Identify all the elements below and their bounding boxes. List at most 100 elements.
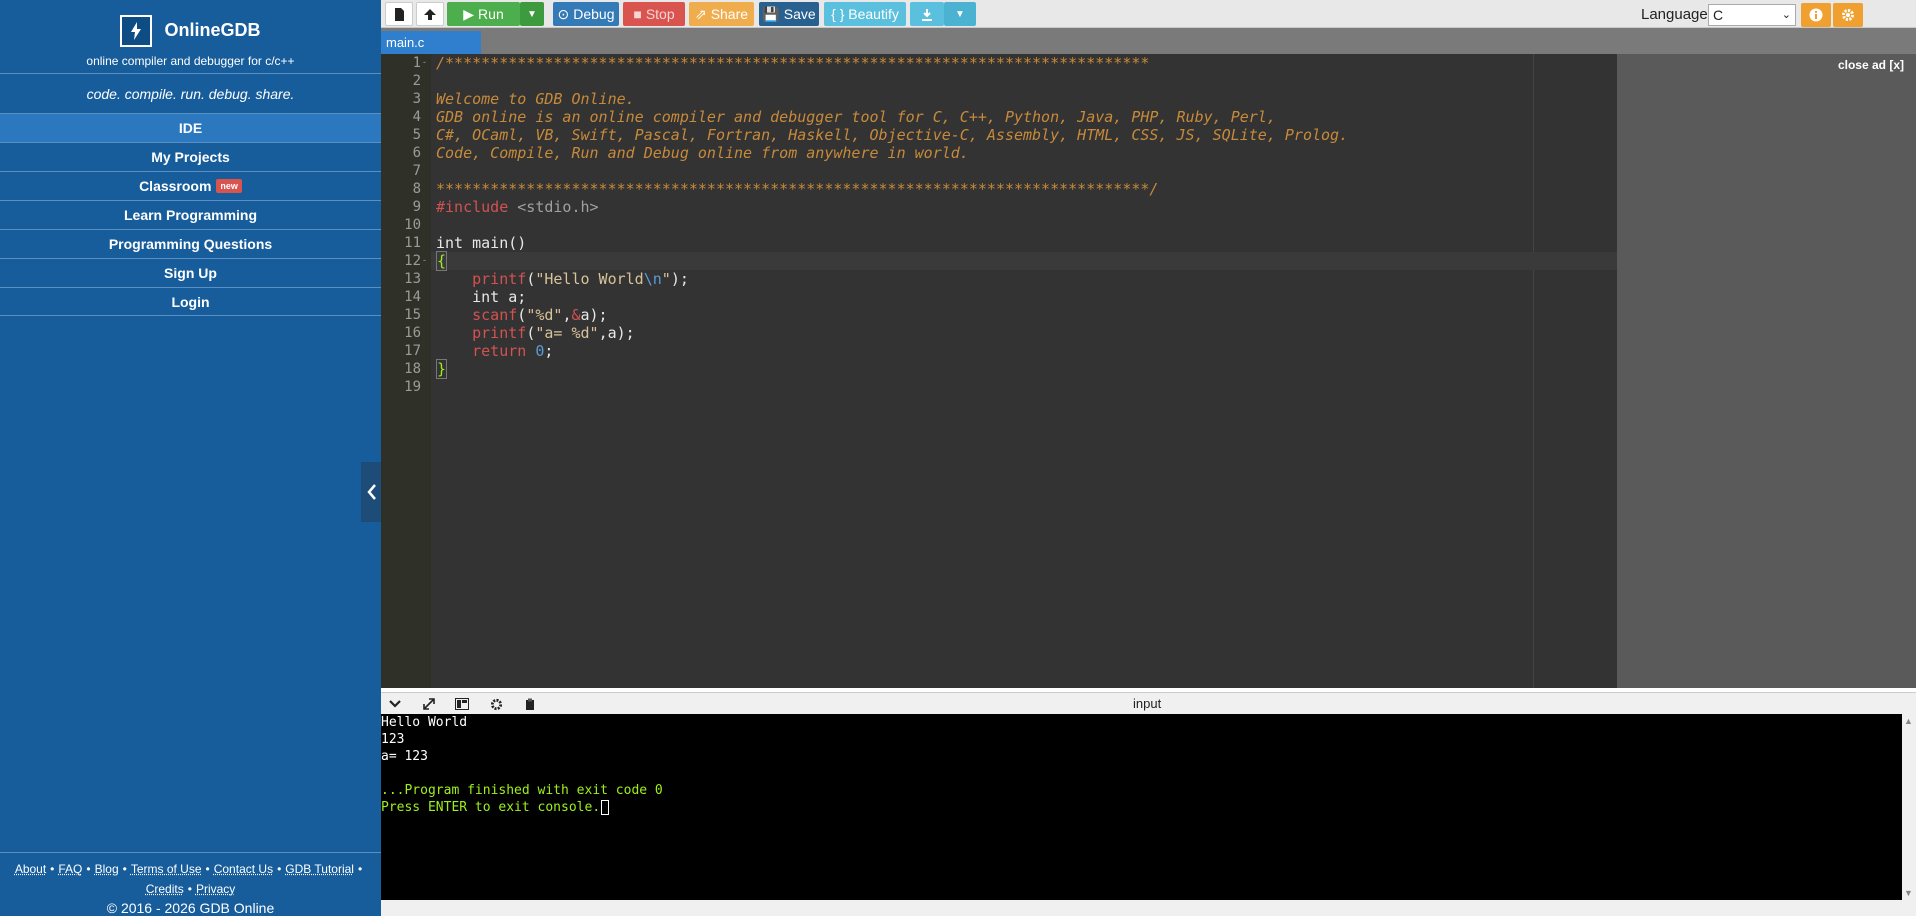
new-file-button[interactable] — [385, 2, 413, 26]
code-line: /***************************************… — [436, 54, 1150, 72]
code-line-active: { — [431, 251, 1617, 271]
debug-button[interactable]: ⊙ Debug — [553, 2, 619, 26]
console-output[interactable]: Hello World 123 a= 123 ...Program finish… — [381, 714, 1902, 900]
floppy-icon: 💾 — [762, 5, 780, 22]
code-line: Welcome to GDB Online. — [436, 90, 635, 108]
footer-link-blog[interactable]: Blog — [95, 862, 119, 876]
share-button[interactable]: ⇗ Share — [689, 2, 754, 26]
line-number: 1 — [412, 55, 421, 71]
code-token: printf — [472, 270, 527, 288]
code-line: C#, OCaml, VB, Swift, Pascal, Fortran, H… — [436, 126, 1349, 144]
sidebar-item-sign-up[interactable]: Sign Up — [0, 258, 381, 287]
sidebar-item-learn-programming[interactable]: Learn Programming — [0, 200, 381, 229]
code-token: #include — [436, 198, 509, 216]
console-line: ...Program finished with exit code 0 — [381, 783, 663, 798]
code-token: & — [571, 306, 581, 324]
line-number: 7 — [412, 163, 421, 179]
download-options-dropdown[interactable]: ▼ — [944, 2, 976, 26]
save-button[interactable]: 💾 Save — [759, 2, 819, 26]
gear-icon — [490, 698, 502, 710]
code-token: } — [436, 359, 448, 379]
file-tab-bar: main.c — [381, 28, 1916, 54]
layout-icon — [455, 698, 469, 710]
footer-link-privacy[interactable]: Privacy — [196, 882, 235, 896]
sidebar-item-label: Sign Up — [164, 265, 217, 281]
code-token: printf — [472, 324, 527, 342]
save-label: Save — [783, 6, 816, 22]
console-cursor[interactable] — [601, 800, 610, 815]
code-line: scanf("%d",&a); — [472, 306, 608, 324]
line-number: 18 — [404, 361, 421, 377]
copyright: © 2016 - 2026 GDB Online — [106, 900, 275, 916]
brand: OnlineGDB online compiler and debugger f… — [0, 0, 381, 72]
caret-down-icon: ▼ — [527, 8, 537, 20]
sidebar-item-ide[interactable]: IDE — [0, 113, 381, 142]
ad-panel: close ad [x] — [1617, 54, 1916, 688]
run-button[interactable]: ▶ Run — [447, 2, 520, 26]
sidebar-item-login[interactable]: Login — [0, 287, 381, 316]
file-tab-main-c[interactable]: main.c — [381, 31, 481, 54]
fold-arrow-icon[interactable]: - — [423, 57, 426, 67]
layout-button[interactable] — [453, 696, 471, 712]
code-line: Code, Compile, Run and Debug online from… — [436, 144, 969, 162]
console-input-label[interactable]: input — [1133, 696, 1161, 711]
line-number: 13 — [404, 271, 421, 287]
stop-icon: ■ — [633, 6, 642, 22]
brand-name[interactable]: OnlineGDB — [164, 20, 260, 41]
sidebar-item-my-projects[interactable]: My Projects — [0, 142, 381, 171]
footer-link-credits[interactable]: Credits — [146, 882, 184, 896]
info-button[interactable] — [1801, 3, 1831, 27]
code-token: ); — [670, 270, 689, 288]
code-token: "a= %d" — [535, 324, 599, 342]
scroll-up-icon[interactable]: ▲ — [1904, 716, 1913, 726]
console-settings-button[interactable] — [487, 696, 505, 712]
line-number: 14 — [404, 289, 421, 305]
fold-arrow-icon[interactable]: - — [423, 255, 426, 265]
run-options-dropdown[interactable]: ▼ — [520, 2, 544, 26]
footer-link-gdb-tutorial[interactable]: GDB Tutorial — [285, 862, 354, 876]
code-token: ,a); — [598, 324, 635, 342]
scroll-down-icon[interactable]: ▼ — [1904, 888, 1913, 898]
stop-button[interactable]: ■ Stop — [623, 2, 685, 26]
console-scrollbar[interactable]: ▲ ▼ — [1902, 714, 1916, 900]
beautify-button[interactable]: { } Beautify — [824, 2, 906, 26]
onlinegdb-logo-icon[interactable] — [120, 14, 153, 47]
language-select[interactable]: C ⌄ — [1708, 4, 1796, 26]
footer-link-terms[interactable]: Terms of Use — [131, 862, 202, 876]
caret-down-icon: ▼ — [955, 8, 965, 20]
footer-link-faq[interactable]: FAQ — [58, 862, 82, 876]
chevron-down-icon: ⌄ — [1781, 9, 1791, 21]
chevron-left-icon — [366, 484, 376, 500]
code-token: ; — [544, 342, 554, 360]
sidebar-collapse-button[interactable] — [361, 462, 382, 522]
close-ad-button[interactable]: close ad [x] — [1838, 58, 1904, 72]
footer-link-about[interactable]: About — [15, 862, 46, 876]
code-line: #include <stdio.h> — [436, 198, 599, 216]
code-editor[interactable]: 1- 2 3 4 5 6 7 8 9 10 11 12- 13 14 15 16… — [381, 54, 1617, 688]
code-token: return — [472, 342, 527, 360]
run-label: Run — [478, 6, 504, 22]
new-badge: new — [216, 179, 242, 193]
expand-console-button[interactable] — [420, 696, 438, 712]
line-number: 19 — [404, 379, 421, 395]
collapse-console-button[interactable] — [386, 696, 404, 712]
line-number: 5 — [412, 127, 421, 143]
copy-output-button[interactable] — [521, 696, 539, 712]
upload-icon — [424, 8, 436, 20]
sidebar-item-classroom[interactable]: Classroom new — [0, 171, 381, 200]
code-token: a); — [580, 306, 608, 324]
share-label: Share — [710, 6, 749, 22]
settings-button[interactable] — [1833, 3, 1863, 27]
play-icon: ▶ — [463, 5, 475, 22]
code-token: <stdio.h> — [517, 198, 599, 216]
line-number: 11 — [404, 235, 421, 251]
line-number: 17 — [404, 343, 421, 359]
download-button[interactable] — [910, 2, 944, 26]
sidebar-item-programming-questions[interactable]: Programming Questions — [0, 229, 381, 258]
sidebar-nav: IDE My Projects Classroom new Learn Progr… — [0, 113, 381, 316]
code-token: " — [661, 270, 671, 288]
upload-button[interactable] — [416, 2, 444, 26]
footer-link-contact[interactable]: Contact Us — [214, 862, 273, 876]
sidebar-item-label: Classroom — [139, 178, 212, 194]
